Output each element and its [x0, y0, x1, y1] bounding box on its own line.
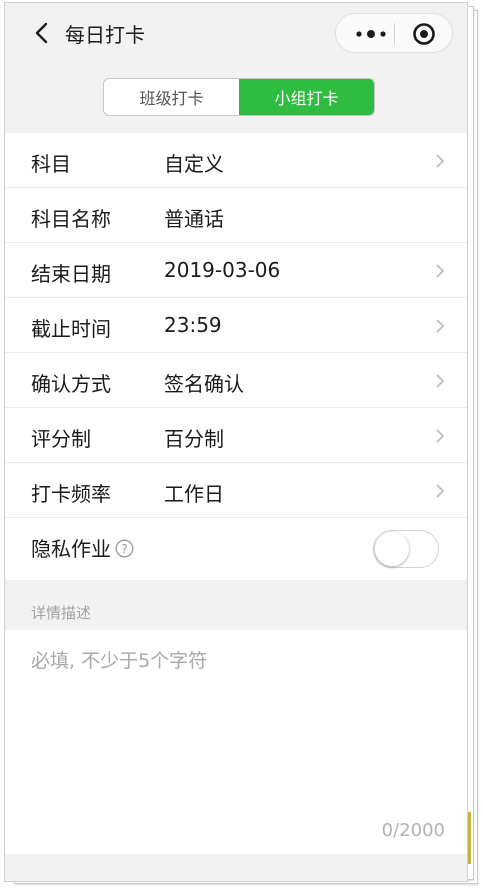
- capsule-divider: [394, 23, 395, 45]
- row-value: 工作日: [164, 482, 224, 506]
- row-value: 普通话: [164, 207, 224, 231]
- svg-text:?: ?: [121, 542, 127, 556]
- row-label: 科目名称: [31, 207, 111, 231]
- row-label: 科目: [31, 152, 71, 176]
- navigation-bar: 每日打卡: [5, 3, 467, 65]
- textarea-placeholder: 必填, 不少于5个字符: [31, 650, 208, 672]
- private-homework-toggle[interactable]: [373, 530, 439, 568]
- section-title: 详情描述: [31, 604, 92, 622]
- character-counter: 0/2000: [381, 820, 445, 841]
- form-row-confirm-method[interactable]: 确认方式 签名确认: [5, 353, 467, 408]
- close-target-icon[interactable]: [412, 22, 436, 46]
- form-row-subject-name[interactable]: 科目名称 普通话: [5, 188, 467, 243]
- chevron-right-icon: [436, 484, 445, 498]
- chevron-right-icon: [436, 264, 445, 278]
- row-label: 结束日期: [31, 262, 111, 286]
- chevron-right-icon: [436, 319, 445, 333]
- privacy-label-text: 隐私作业: [31, 537, 111, 561]
- form-row-end-date[interactable]: 结束日期 2019-03-06: [5, 243, 467, 298]
- page-title: 每日打卡: [65, 23, 145, 47]
- row-label: 确认方式: [31, 372, 111, 396]
- row-value: 自定义: [164, 152, 224, 176]
- row-value: 2019-03-06: [164, 258, 281, 282]
- row-value: 签名确认: [164, 372, 244, 396]
- question-circle-icon[interactable]: ?: [115, 539, 134, 558]
- chevron-right-icon: [436, 374, 445, 388]
- more-dots-icon[interactable]: [354, 26, 388, 42]
- row-value: 百分制: [164, 427, 224, 451]
- chevron-right-icon: [436, 429, 445, 443]
- toggle-knob: [375, 532, 409, 566]
- row-label: 截止时间: [31, 317, 111, 341]
- chevron-right-icon: [436, 154, 445, 168]
- row-value: 23:59: [164, 313, 222, 337]
- miniprogram-capsule: [335, 13, 453, 53]
- details-textarea[interactable]: 必填, 不少于5个字符 0/2000: [5, 630, 467, 854]
- back-arrow-icon[interactable]: [31, 22, 53, 44]
- tab-class-checkin[interactable]: 班级打卡: [104, 79, 239, 115]
- form-row-deadline-time[interactable]: 截止时间 23:59: [5, 298, 467, 353]
- segmented-control: 班级打卡 小组打卡: [103, 78, 375, 116]
- details-section-header: 详情描述: [5, 582, 467, 630]
- tab-group-checkin[interactable]: 小组打卡: [239, 79, 374, 115]
- row-label: 评分制: [31, 427, 91, 451]
- row-label: 打卡频率: [31, 482, 111, 506]
- form-row-scoring[interactable]: 评分制 百分制: [5, 408, 467, 463]
- form-list: 科目 自定义 科目名称 普通话 结束日期 2019-03-06 截止时间 23:…: [5, 133, 467, 580]
- form-row-frequency[interactable]: 打卡频率 工作日: [5, 463, 467, 518]
- phone-screen: 每日打卡 班级打卡 小组打卡 科目 自定义 科目名称 普通话 结束日期 2019…: [4, 2, 468, 882]
- form-row-private-homework: 隐私作业?: [5, 518, 467, 580]
- form-row-subject[interactable]: 科目 自定义: [5, 133, 467, 188]
- row-label: 隐私作业?: [31, 533, 134, 562]
